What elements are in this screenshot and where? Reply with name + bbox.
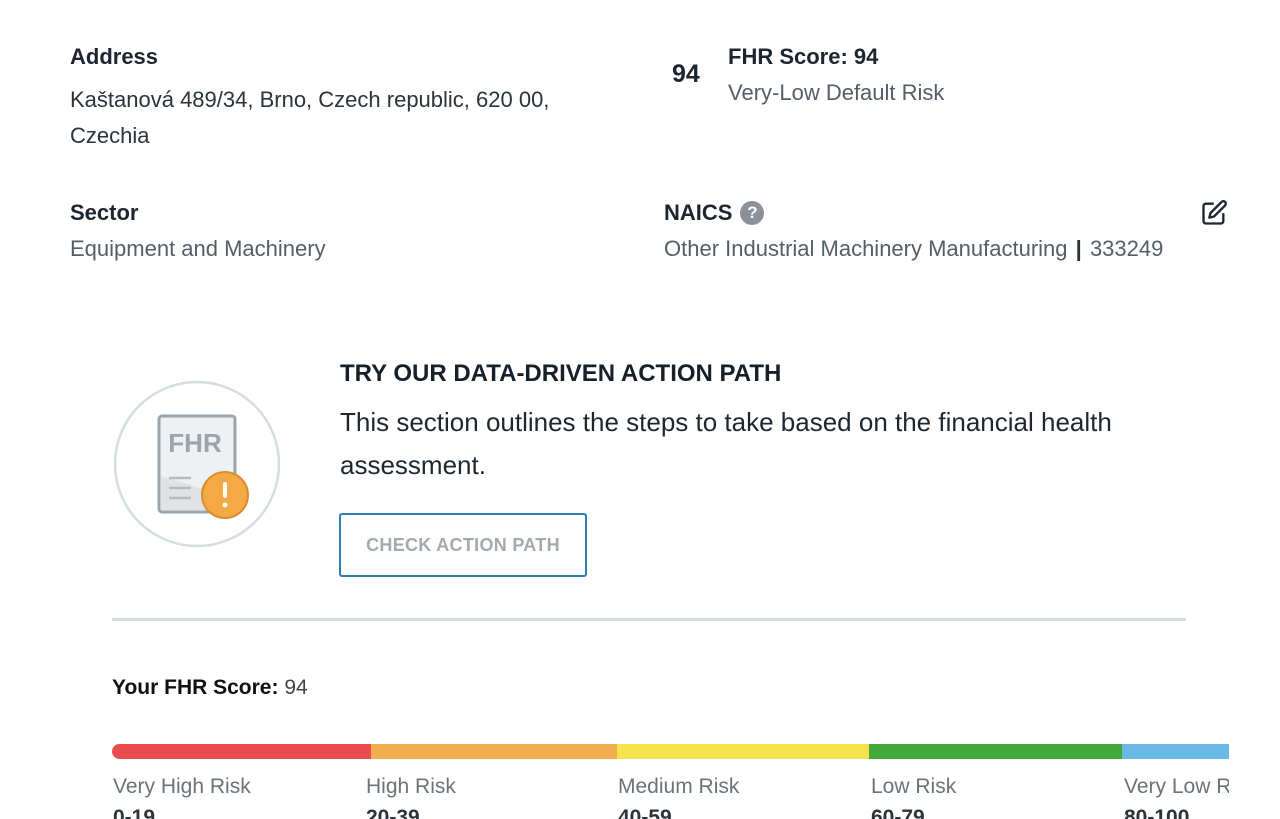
risk-band-high — [371, 744, 617, 759]
risk-band-low — [869, 744, 1122, 759]
risk-band-label: High Risk — [366, 775, 456, 798]
risk-band-label: Medium Risk — [618, 775, 740, 798]
risk-band-very-low — [1122, 744, 1229, 759]
risk-band-label: Low Risk — [871, 775, 957, 798]
risk-band-range: 20-39 — [366, 806, 420, 819]
risk-band-very-high — [112, 744, 371, 759]
risk-band-range: 0-19 — [113, 806, 156, 819]
risk-band-range: 80-100 — [1124, 806, 1190, 819]
risk-scale: Very High Risk 0-19 High Risk 20-39 Medi… — [0, 0, 1229, 819]
risk-band-label: Very Low Risk — [1124, 775, 1229, 798]
risk-band-medium — [617, 744, 869, 759]
risk-band-range: 60-79 — [871, 806, 925, 819]
risk-band-range: 40-59 — [618, 806, 672, 819]
risk-scale-bar — [112, 744, 1229, 759]
risk-band-label: Very High Risk — [113, 775, 251, 798]
